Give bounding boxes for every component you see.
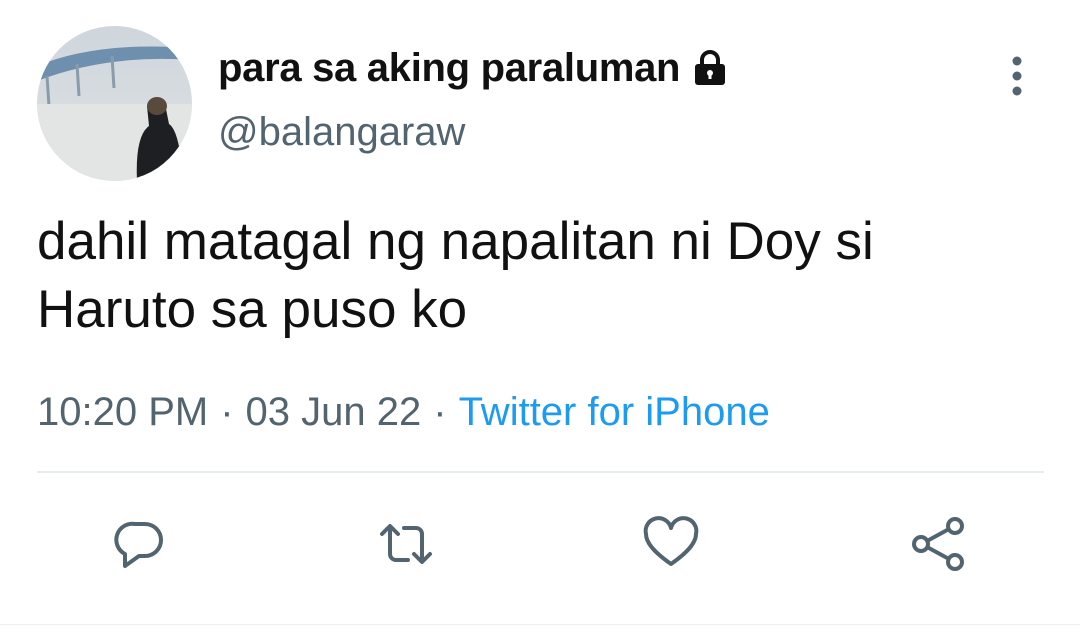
avatar-photo bbox=[37, 26, 192, 181]
more-vertical-icon[interactable] bbox=[1000, 54, 1034, 98]
tweet-meta: 10:20 PM · 03 Jun 22 · Twitter for iPhon… bbox=[37, 385, 770, 439]
display-name[interactable]: para sa aking paraluman bbox=[218, 46, 680, 91]
tweet-source-link[interactable]: Twitter for iPhone bbox=[459, 390, 770, 435]
heart-icon bbox=[643, 516, 699, 566]
avatar[interactable] bbox=[37, 26, 192, 181]
tweet-time[interactable]: 10:20 PM bbox=[37, 390, 208, 435]
lock-icon bbox=[690, 48, 730, 88]
divider bbox=[37, 471, 1044, 473]
reply-icon bbox=[114, 521, 163, 568]
retweet-icon bbox=[380, 524, 432, 564]
tweet-date[interactable]: 03 Jun 22 bbox=[246, 390, 422, 435]
display-name-row: para sa aking paraluman bbox=[218, 40, 730, 96]
separator: · bbox=[433, 389, 447, 434]
reply-button[interactable] bbox=[111, 514, 171, 574]
retweet-button[interactable] bbox=[376, 514, 436, 574]
separator: · bbox=[220, 389, 234, 434]
bottom-divider bbox=[0, 624, 1080, 625]
share-button[interactable] bbox=[907, 514, 967, 574]
like-button[interactable] bbox=[641, 514, 701, 574]
user-handle[interactable]: @balangaraw bbox=[218, 110, 465, 155]
share-icon bbox=[912, 517, 964, 571]
tweet-text: dahil matagal ng napalitan ni Doy si Har… bbox=[37, 212, 874, 339]
